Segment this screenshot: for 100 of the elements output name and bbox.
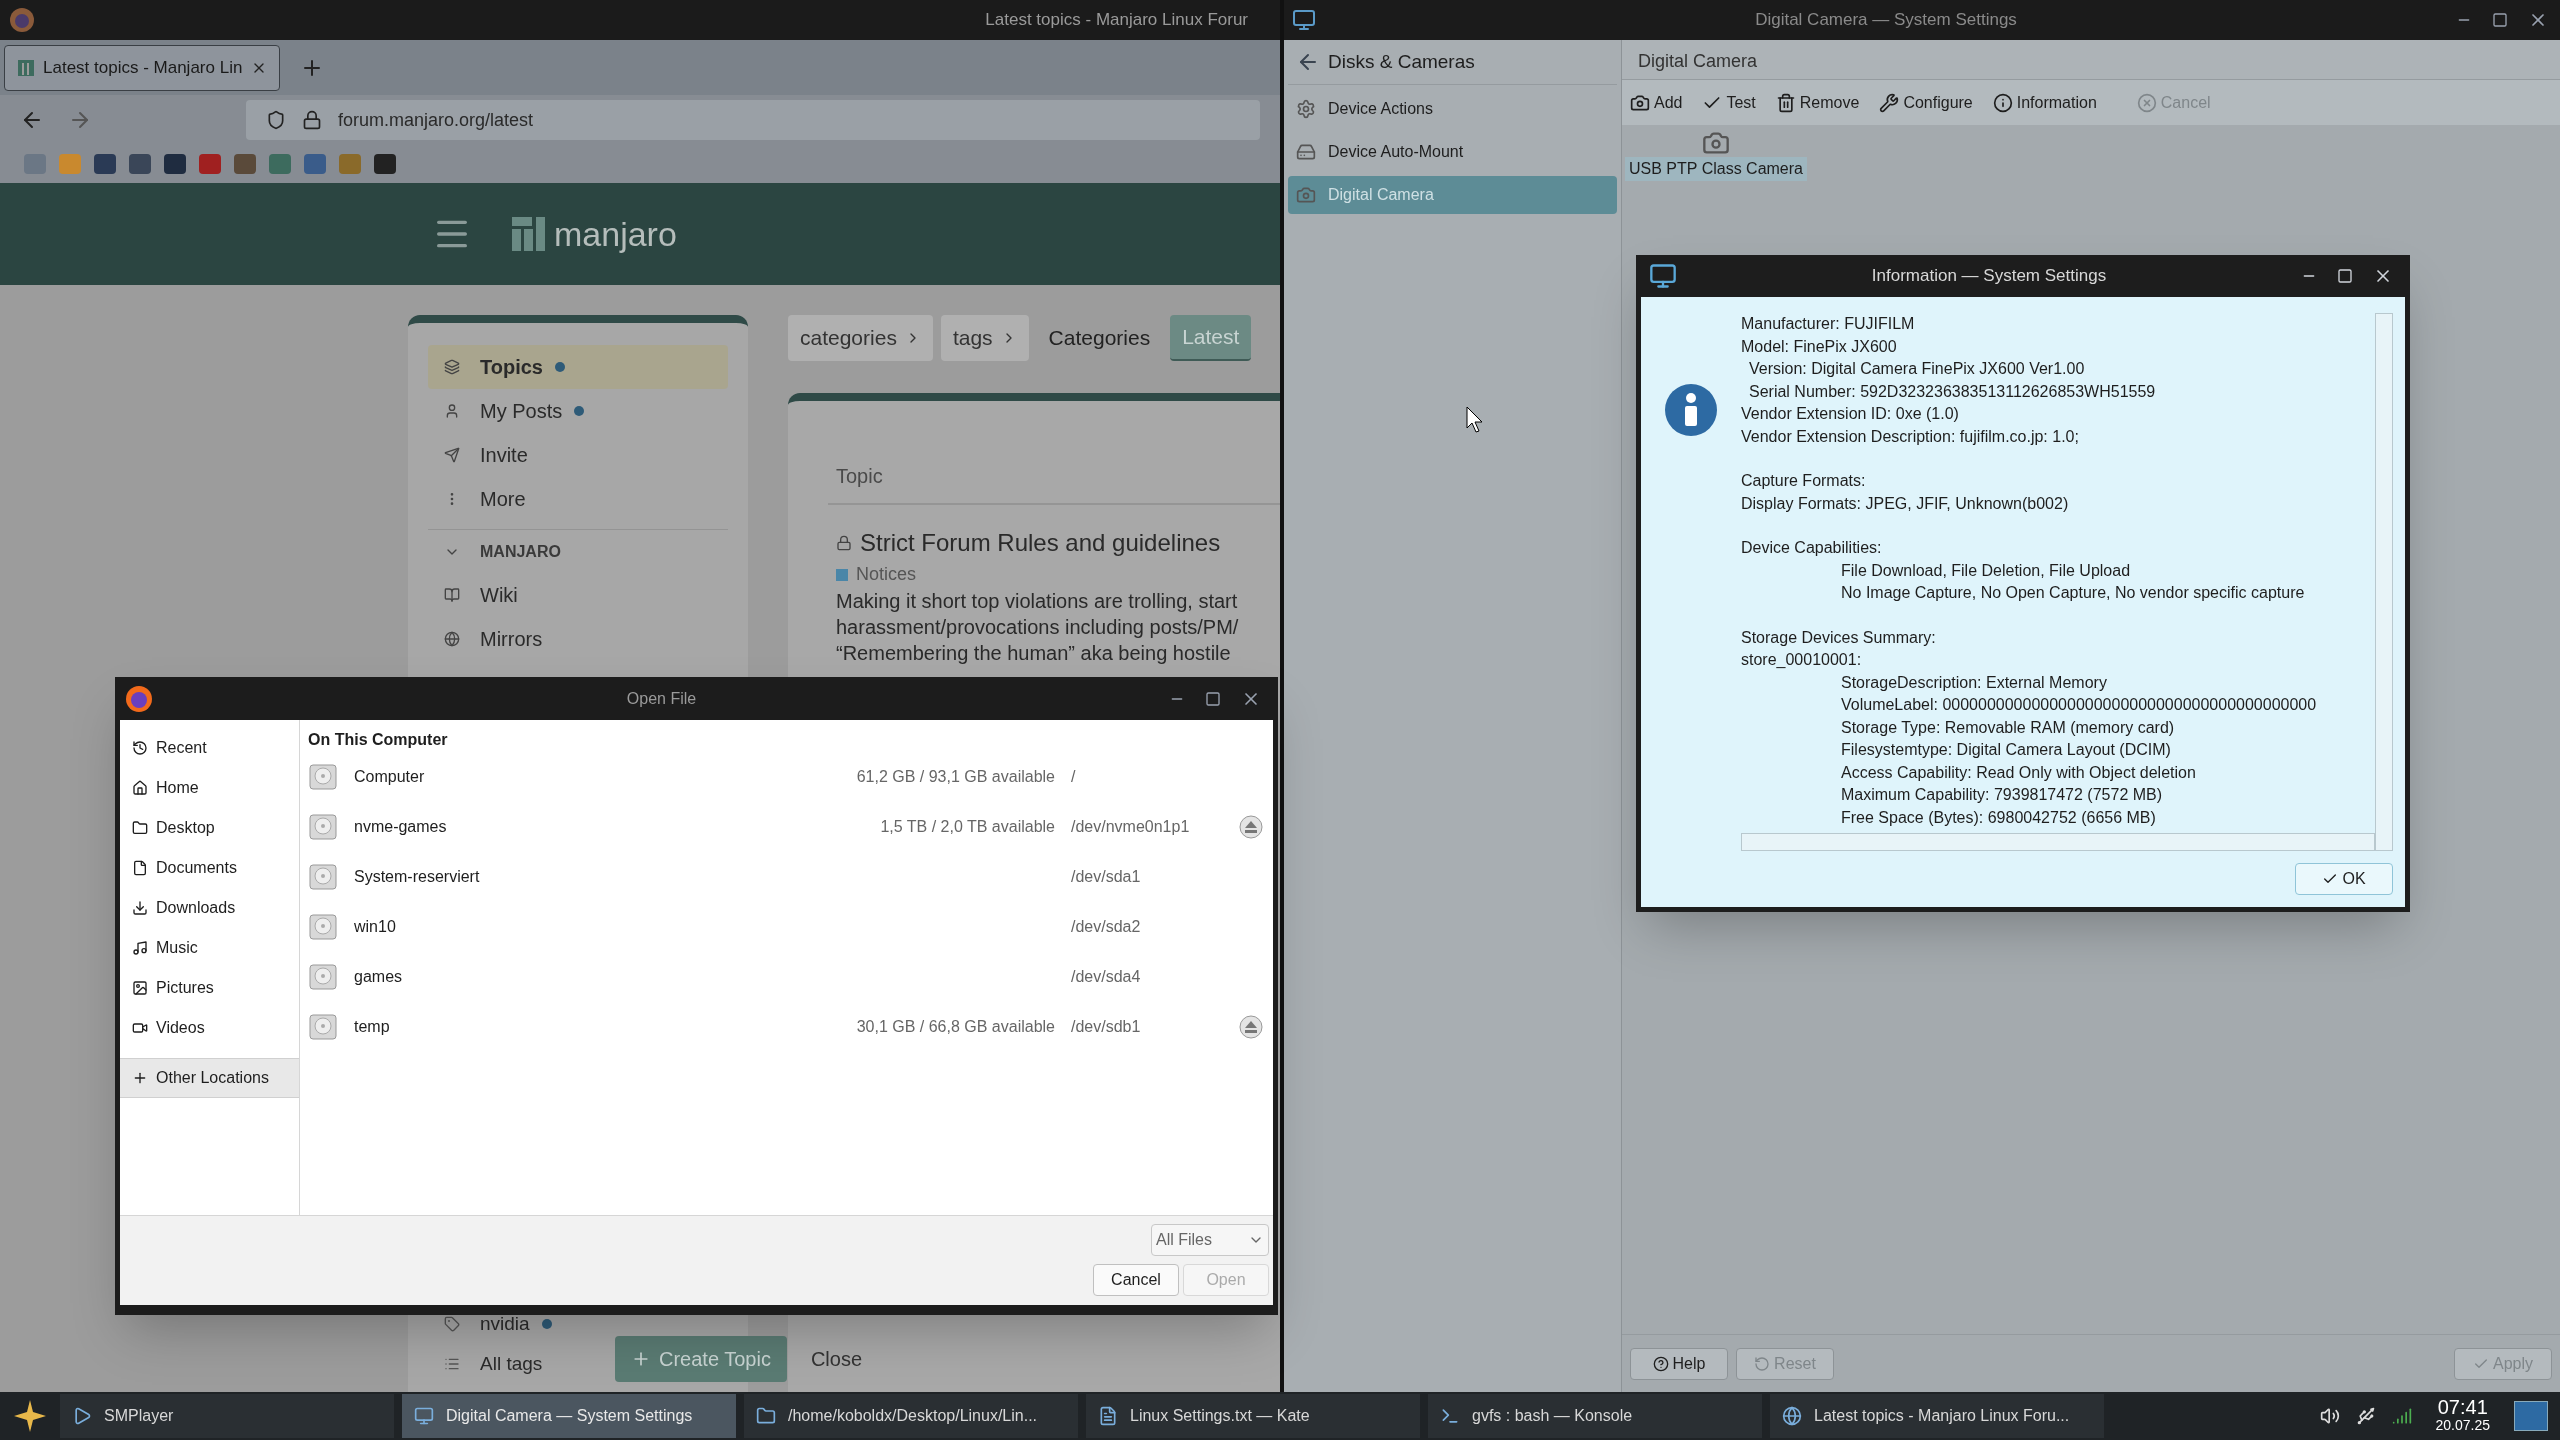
info-line: Vendor Extension Description: fujifilm.co.jp: 1.0; <box>1741 426 2080 447</box>
button-icon <box>1754 1355 1771 1372</box>
clock-time: 07:41 <box>2437 1398 2488 1416</box>
vertical-scrollbar[interactable] <box>2375 313 2393 851</box>
location-name: win10 <box>354 917 397 937</box>
places-item[interactable]: Pictures <box>120 968 299 1008</box>
places-item[interactable]: Downloads <box>120 888 299 928</box>
place-icon <box>132 1070 148 1086</box>
toolbar-icon <box>1775 92 1796 113</box>
topic-title[interactable]: Strict Forum Rules and guidelines <box>860 525 1221 561</box>
info-line: Device Capabilities: <box>1741 538 1883 558</box>
settings-sidebar-item[interactable]: Device Auto-Mount <box>1288 133 1617 171</box>
info-line: Version: Digital Camera FinePix JX600 Ver1.00 <box>1748 359 2086 379</box>
info-line: Storage Devices Summary: <box>1741 627 1937 648</box>
category-title: Disks & Cameras <box>1328 49 1475 74</box>
sidebar-link[interactable]: All tags <box>480 1349 543 1379</box>
browser-logo-icon <box>124 683 154 714</box>
bookmark-icon[interactable] <box>164 154 186 174</box>
sidebar-item[interactable]: Topics <box>428 345 728 389</box>
lock-icon <box>836 535 852 551</box>
tab-favicon-icon <box>17 58 35 77</box>
sidebar-item-icon <box>444 587 460 603</box>
places-item[interactable]: Desktop <box>120 808 299 848</box>
taskbar-task[interactable]: Linux Settings.txt — Kate <box>1086 1394 1420 1438</box>
places-item[interactable]: Other Locations <box>120 1058 299 1098</box>
place-icon <box>132 740 148 756</box>
drive-icon <box>308 962 338 992</box>
address-bar[interactable]: forum.manjaro.org/latest <box>246 100 1260 140</box>
device-path: /dev/nvme0n1p1 <box>1071 817 1191 837</box>
place-icon <box>132 820 148 836</box>
places-item[interactable]: Videos <box>120 1008 299 1048</box>
bookmark-icon[interactable] <box>94 154 116 174</box>
usb-icon[interactable] <box>2355 1406 2376 1426</box>
toolbar-button[interactable]: Configure <box>1879 90 1973 115</box>
footer-button[interactable]: Help <box>1630 1347 1728 1380</box>
places-item[interactable]: Recent <box>120 728 299 768</box>
toolbar-icon <box>1879 92 1900 113</box>
volume-icon[interactable] <box>2319 1406 2340 1426</box>
space-info: 30,1 GB / 66,8 GB available <box>856 1017 1055 1037</box>
sidebar-item[interactable]: My Posts <box>428 389 728 433</box>
sidebar-item-icon <box>444 447 460 463</box>
space-info: 61,2 GB / 93,1 GB available <box>856 767 1055 787</box>
eject-icon[interactable] <box>1239 815 1263 839</box>
filter-dropdown[interactable]: tags <box>940 315 1029 361</box>
place-icon <box>132 900 148 916</box>
places-item[interactable]: Home <box>120 768 299 808</box>
places-item[interactable]: Documents <box>120 848 299 888</box>
sidebar-link[interactable]: Mirrors <box>480 624 543 654</box>
task-icon <box>756 1406 776 1426</box>
ok-button[interactable]: OK <box>2295 863 2393 895</box>
device-item[interactable]: USB PTP Class Camera <box>1625 157 1807 181</box>
toolbar-button[interactable]: Remove <box>1775 90 1860 115</box>
show-desktop-icon[interactable] <box>2514 1401 2548 1431</box>
toolbar-button[interactable]: Add <box>1630 90 1683 115</box>
taskbar-task[interactable]: Digital Camera — System Settings <box>402 1394 736 1438</box>
filter-dropdown[interactable]: categories <box>788 315 933 361</box>
browser-tab[interactable]: Latest topics - Manjaro Lin <box>4 44 280 91</box>
network-icon[interactable] <box>2391 1406 2412 1426</box>
dialog-title: Open File <box>626 688 697 709</box>
bookmark-icon[interactable] <box>374 154 396 174</box>
location-row[interactable]: win10 /dev/sda2 <box>308 902 1265 952</box>
file-type-dropdown[interactable]: All Files <box>1151 1224 1269 1256</box>
drive-icon <box>308 812 338 842</box>
sidebar-link[interactable]: Wiki <box>480 580 518 610</box>
taskbar-task[interactable]: SMPlayer <box>60 1394 394 1438</box>
info-line: Storage Type: Removable RAM (memory card) <box>1840 717 2176 738</box>
sidebar-label: Invite <box>480 443 528 468</box>
nav-pill[interactable]: Categories <box>1036 315 1163 361</box>
maximize-icon[interactable] <box>2337 268 2353 284</box>
location-row[interactable]: temp 30,1 GB / 66,8 GB available /dev/sdb1 <box>308 1002 1265 1052</box>
toolbar-button[interactable]: Information <box>1992 90 2097 115</box>
settings-sidebar-item[interactable]: Device Actions <box>1288 90 1617 128</box>
info-line: Free Space (Bytes): 6980042752 (6656 MB) <box>1840 807 2157 828</box>
section-heading: On This Computer <box>308 730 449 750</box>
info-line: Display Formats: JPEG, JFIF, Unknown(b002) <box>1741 493 2070 514</box>
place-icon <box>132 980 148 996</box>
places-item[interactable]: Music <box>120 928 299 968</box>
topic-excerpt: Making it short top violations are trolling, start <box>836 589 1239 614</box>
eject-icon[interactable] <box>1239 1015 1263 1039</box>
info-icon <box>1664 383 1718 437</box>
window-title: Digital Camera — System Settings <box>1755 9 2017 32</box>
taskbar-task[interactable]: Latest topics - Manjaro Linux Foru... <box>1770 1394 2104 1438</box>
taskbar-task[interactable]: /home/koboldx/Desktop/Linux/Lin... <box>744 1394 1078 1438</box>
toolbar-icon <box>2136 92 2157 113</box>
horizontal-scrollbar[interactable] <box>1741 833 2375 851</box>
maximize-icon[interactable] <box>1205 690 1221 707</box>
place-icon <box>132 940 148 956</box>
sidebar-item[interactable]: Invite <box>428 433 728 477</box>
dialog-button[interactable]: Cancel <box>1093 1264 1179 1296</box>
close-link[interactable]: Close <box>810 1344 863 1374</box>
location-row[interactable]: Computer 61,2 GB / 93,1 GB available / <box>308 752 1265 802</box>
taskbar-task[interactable]: gvfs : bash — Konsole <box>1428 1394 1762 1438</box>
location-row[interactable]: System-reserviert /dev/sda1 <box>308 852 1265 902</box>
location-name: Computer <box>354 767 426 787</box>
sidebar-item[interactable]: More <box>428 477 728 521</box>
location-row[interactable]: games /dev/sda4 <box>308 952 1265 1002</box>
toolbar-button[interactable]: Test <box>1702 90 1756 115</box>
maximize-icon[interactable] <box>2492 12 2508 28</box>
browser-logo-icon <box>8 6 36 34</box>
location-row[interactable]: nvme-games 1,5 TB / 2,0 TB available /dev/nvme0n1p1 <box>308 802 1265 852</box>
